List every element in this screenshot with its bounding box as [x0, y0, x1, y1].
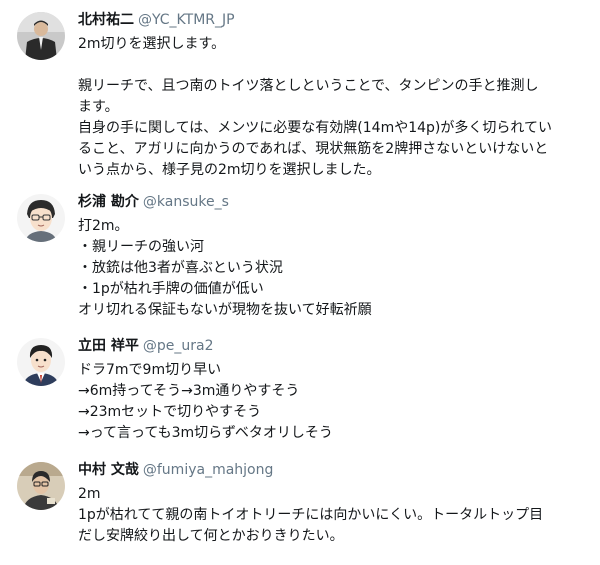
text-line: ること、アガリに向かうのであれば、現状無筋を2牌押さないといけないと	[78, 141, 549, 157]
text-line: 2m切りを選択します。	[78, 36, 226, 52]
post-text: ドラ7mで9m切り早い →6m持ってそう→3m通りやすそう →23mセットで切り…	[78, 360, 590, 444]
author-name[interactable]: 北村祐二	[78, 12, 134, 28]
post-text: 打2m。 ・親リーチの強い河 ・放銃は他3者が喜ぶという状況 ・1pが枯れ手牌の…	[78, 216, 590, 321]
text-line: 2m	[78, 486, 101, 502]
author-name[interactable]: 立田 祥平	[78, 338, 139, 354]
avatar[interactable]	[17, 338, 65, 386]
post-header: 杉浦 勘介 @kansuke_s	[78, 193, 229, 212]
post-header: 北村祐二 @YC_KTMR_JP	[78, 11, 235, 30]
post-text: 2m切りを選択します。 親リーチで、且つ南のトイツ落としということで、タンピンの…	[78, 34, 590, 181]
text-line: だし安牌絞り出して何とかおりきりたい。	[78, 528, 344, 544]
text-line: →23mセットで切りやすそう	[78, 404, 262, 420]
author-name[interactable]: 杉浦 勘介	[78, 194, 139, 210]
text-line: 1pが枯れてて親の南トイオトリーチには向かいにくい。トータルトップ目	[78, 507, 544, 523]
text-line: ・放銃は他3者が喜ぶという状況	[78, 260, 283, 276]
text-line: →6m持ってそう→3m通りやすそう	[78, 383, 300, 399]
text-line: ・親リーチの強い河	[78, 239, 204, 255]
avatar[interactable]	[17, 462, 65, 510]
author-handle[interactable]: @YC_KTMR_JP	[138, 12, 235, 28]
text-line: 打2m。	[78, 218, 129, 234]
text-line: オリ切れる保証もないが現物を抜いて好転祈願	[78, 302, 372, 318]
text-line: ドラ7mで9m切り早い	[78, 362, 222, 378]
avatar[interactable]	[17, 194, 65, 242]
text-line: 自身の手に関しては、メンツに必要な有効牌(14mや14p)が多く切られてい	[78, 120, 552, 136]
author-handle[interactable]: @fumiya_mahjong	[143, 462, 274, 478]
text-line: →って言っても3m切らずベタオリしそう	[78, 425, 333, 441]
author-name[interactable]: 中村 文哉	[78, 462, 139, 478]
avatar[interactable]	[17, 12, 65, 60]
text-line: いう点から、様子見の2m切りを選択しました。	[78, 162, 381, 178]
text-line: 親リーチで、且つ南のトイツ落としということで、タンピンの手と推測し	[78, 78, 539, 94]
author-handle[interactable]: @kansuke_s	[143, 194, 229, 210]
author-handle[interactable]: @pe_ura2	[143, 338, 214, 354]
text-line: ・1pが枯れ手牌の価値が低い	[78, 281, 264, 297]
post-text: 2m 1pが枯れてて親の南トイオトリーチには向かいにくい。トータルトップ目 だし…	[78, 484, 590, 547]
post-header: 中村 文哉 @fumiya_mahjong	[78, 461, 273, 480]
text-line: ます。	[78, 99, 119, 115]
post-header: 立田 祥平 @pe_ura2	[78, 337, 214, 356]
